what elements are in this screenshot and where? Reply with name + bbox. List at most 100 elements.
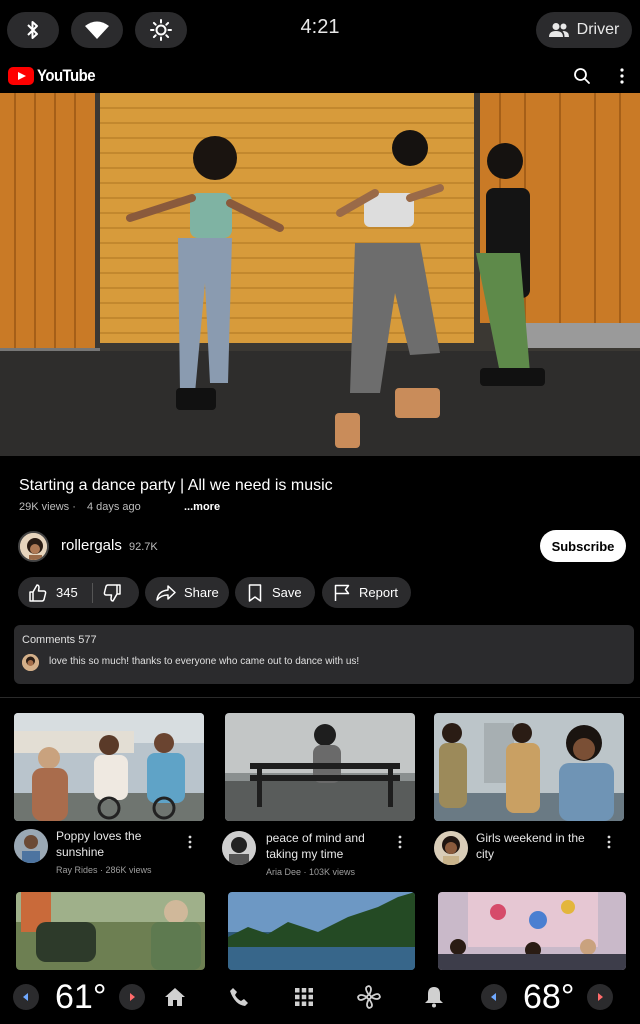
- thumbnail-image: [16, 892, 205, 970]
- search-icon: [574, 68, 590, 84]
- thumbs-down-icon: [103, 583, 121, 602]
- kebab-menu-icon: [620, 68, 624, 84]
- thumbnail-image: [438, 892, 626, 970]
- thumbnail-image: [434, 713, 624, 821]
- video-card[interactable]: Poppy loves the sunshine Ray Rides · 286…: [14, 713, 206, 883]
- status-bar: 4:21 Driver: [0, 0, 640, 60]
- commenter-avatar: [22, 654, 39, 671]
- video-title: Starting a dance party | All we need is …: [19, 477, 333, 494]
- search-button[interactable]: [570, 64, 594, 88]
- home-button[interactable]: [162, 984, 188, 1010]
- channel-avatar[interactable]: [434, 831, 468, 865]
- more-description-link[interactable]: ...more: [184, 501, 220, 513]
- chevron-left-icon: [23, 993, 28, 1001]
- save-button[interactable]: Save: [235, 577, 315, 608]
- profile-button[interactable]: Driver: [536, 12, 632, 48]
- thumbnail-image: [14, 713, 204, 821]
- driver-temp-down-button[interactable]: [13, 984, 39, 1010]
- video-card-meta: Aria Dee · 103K views: [266, 867, 355, 877]
- video-card[interactable]: peace of mind and taking my time Aria De…: [222, 713, 417, 883]
- comments-count: Comments 577: [22, 634, 97, 646]
- video-thumbnail[interactable]: [434, 713, 624, 821]
- video-card-title[interactable]: Girls weekend in the city: [476, 830, 594, 862]
- card-views: 103K views: [309, 867, 356, 877]
- commenter-avatar-image: [22, 654, 39, 671]
- youtube-logo[interactable]: YouTube: [8, 66, 103, 86]
- card-menu-button[interactable]: [184, 833, 196, 851]
- chevron-left-icon: [491, 993, 496, 1001]
- meta-separator: ·: [72, 501, 79, 513]
- report-button[interactable]: Report: [322, 577, 411, 608]
- comments-panel[interactable]: Comments 577 love this so much! thanks t…: [14, 625, 634, 684]
- share-button[interactable]: Share: [145, 577, 229, 608]
- share-label: Share: [184, 585, 219, 600]
- youtube-play-icon: [8, 67, 34, 85]
- kebab-menu-icon: [398, 835, 402, 849]
- video-thumbnail[interactable]: [14, 713, 204, 821]
- channel-avatar[interactable]: [14, 829, 48, 863]
- video-thumbnail[interactable]: [225, 713, 415, 821]
- subscribe-button[interactable]: Subscribe: [540, 530, 626, 562]
- fan-icon: [357, 985, 381, 1009]
- report-label: Report: [359, 585, 399, 600]
- thumbnail-image: [225, 713, 415, 821]
- channel-avatar-image: [434, 831, 468, 865]
- channel-avatar-image: [222, 831, 256, 865]
- notifications-button[interactable]: [421, 984, 447, 1010]
- kebab-menu-icon: [607, 835, 611, 849]
- video-thumbnail[interactable]: [438, 892, 626, 970]
- phone-icon: [230, 988, 248, 1006]
- video-meta: 29K views · 4 days ago: [19, 501, 141, 513]
- logo-text: YouTube: [37, 66, 96, 85]
- card-menu-button[interactable]: [394, 833, 406, 851]
- card-menu-button[interactable]: [603, 833, 615, 851]
- climate-fan-button[interactable]: [356, 984, 382, 1010]
- channel-avatar[interactable]: [18, 531, 49, 562]
- card-views: 286K views: [105, 865, 152, 875]
- video-thumbnail[interactable]: [16, 892, 205, 970]
- bell-icon: [425, 987, 443, 1008]
- subscriber-count: 92.7K: [129, 541, 158, 553]
- channel-avatar[interactable]: [222, 831, 256, 865]
- video-player[interactable]: [0, 93, 640, 456]
- section-divider: [0, 697, 640, 698]
- upload-age: 4 days ago: [86, 501, 141, 513]
- passenger-temp-up-button[interactable]: [587, 984, 613, 1010]
- dislike-button[interactable]: [103, 583, 121, 602]
- app-header: YouTube: [0, 60, 640, 92]
- channel-name[interactable]: rollergals: [61, 537, 122, 554]
- phone-button[interactable]: [226, 984, 252, 1010]
- kebab-menu-icon: [188, 835, 192, 849]
- people-icon: [548, 23, 569, 37]
- apps-grid-icon: [295, 988, 313, 1006]
- top-comment: love this so much! thanks to everyone wh…: [49, 656, 360, 667]
- passenger-temperature: 68°: [523, 978, 575, 1016]
- more-menu-button[interactable]: [610, 64, 634, 88]
- video-card-title[interactable]: Poppy loves the sunshine: [56, 828, 174, 860]
- thumbs-up-icon: [29, 583, 47, 602]
- share-icon: [156, 584, 176, 601]
- home-icon: [165, 988, 185, 1006]
- passenger-temp-down-button[interactable]: [481, 984, 507, 1010]
- like-divider: [91, 582, 93, 603]
- thumbnail-image: [228, 892, 415, 970]
- card-channel: Aria Dee: [266, 867, 302, 877]
- like-button[interactable]: 345: [29, 583, 78, 602]
- video-card[interactable]: Girls weekend in the city: [434, 713, 626, 883]
- like-count: 345: [56, 585, 78, 600]
- video-thumbnail[interactable]: [228, 892, 415, 970]
- video-card-title[interactable]: peace of mind and taking my time: [266, 830, 384, 862]
- apps-button[interactable]: [291, 984, 317, 1010]
- channel-avatar-image: [14, 829, 48, 863]
- driver-temperature: 61°: [55, 978, 107, 1016]
- save-label: Save: [272, 585, 302, 600]
- vehicle-nav-bar: 61° 68°: [0, 970, 640, 1024]
- chevron-right-icon: [130, 993, 135, 1001]
- channel-avatar-image: [20, 533, 47, 560]
- video-frame-image: [0, 93, 640, 456]
- flag-icon: [334, 584, 350, 601]
- profile-label: Driver: [576, 21, 620, 38]
- driver-temp-up-button[interactable]: [119, 984, 145, 1010]
- chevron-right-icon: [598, 993, 603, 1001]
- like-dislike-group: 345: [18, 577, 139, 608]
